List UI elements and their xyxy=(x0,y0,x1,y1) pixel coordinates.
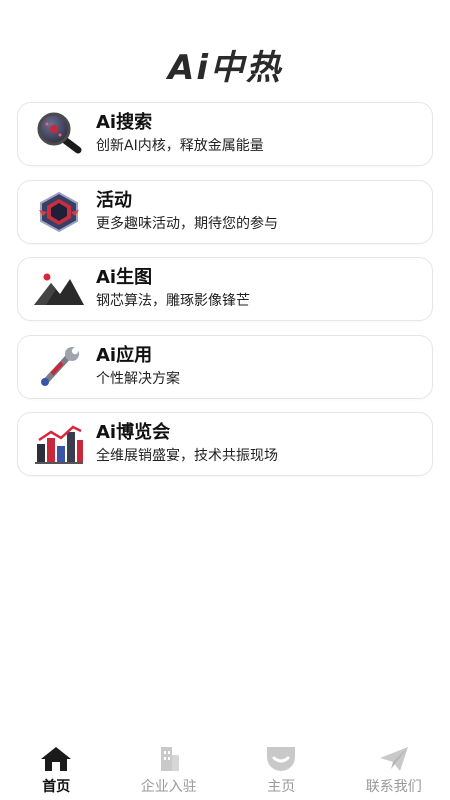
menu-card-title: Ai搜索 xyxy=(96,112,153,133)
building-icon xyxy=(153,745,185,773)
menu-card-description: 更多趣味活动，期待您的参与 xyxy=(96,215,278,232)
tab-enterprise[interactable]: 企业入驻 xyxy=(113,745,225,796)
tab-home[interactable]: 首页 xyxy=(0,745,112,796)
bar-chart-icon xyxy=(34,422,84,466)
tab-label: 主页 xyxy=(267,779,296,795)
paper-plane-icon xyxy=(378,745,410,773)
menu-card-ai-image[interactable]: Ai生图 钢芯算法，雕琢影像锋芒 xyxy=(17,257,433,321)
menu-card-activity[interactable]: 活动 更多趣味活动，期待您的参与 xyxy=(17,179,433,244)
profile-home-icon xyxy=(265,745,297,773)
menu-card-description: 创新AI内核，释放金属能量 xyxy=(96,138,264,154)
tab-label: 首页 xyxy=(42,779,71,795)
menu-card-ai-search[interactable]: Ai搜索 创新AI内核，释放金属能量 xyxy=(17,102,433,166)
feature-menu: Ai搜索 创新AI内核，释放金属能量 活动 更多趣味活动，期待您的参与 Ai生图… xyxy=(17,102,433,490)
magnifier-icon xyxy=(34,112,84,156)
activity-badge-icon xyxy=(34,190,84,234)
tab-label: 联系我们 xyxy=(365,779,422,795)
menu-card-title: Ai应用 xyxy=(96,344,153,366)
menu-card-title: Ai博览会 xyxy=(96,422,171,443)
tab-label: 企业入驻 xyxy=(140,779,197,795)
menu-card-description: 个性解决方案 xyxy=(96,370,180,387)
tab-contact-us[interactable]: 联系我们 xyxy=(338,745,450,796)
bottom-tab-bar: 首页 企业入驻 主页 联系我们 xyxy=(0,745,450,800)
tab-main-page[interactable]: 主页 xyxy=(225,745,337,796)
app-title: Ai中热 xyxy=(168,48,282,88)
wrench-icon xyxy=(34,345,84,389)
menu-card-title: Ai生图 xyxy=(96,267,153,288)
menu-card-title: 活动 xyxy=(96,189,132,211)
menu-card-description: 钢芯算法，雕琢影像锋芒 xyxy=(96,293,250,309)
mountain-image-icon xyxy=(34,267,84,311)
menu-card-ai-expo[interactable]: Ai博览会 全维展销盛宴，技术共振现场 xyxy=(17,412,433,476)
menu-card-description: 全维展销盛宴，技术共振现场 xyxy=(96,448,278,464)
home-icon xyxy=(40,745,72,773)
menu-card-ai-apps[interactable]: Ai应用 个性解决方案 xyxy=(17,334,433,399)
